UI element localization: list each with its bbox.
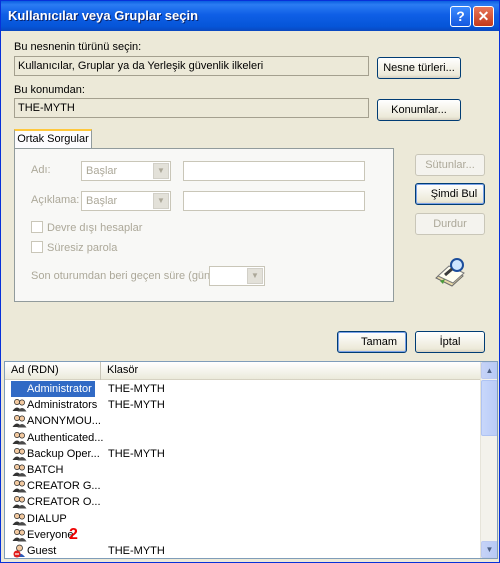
non-expiring-password-checkbox[interactable]: Süresiz parola bbox=[31, 241, 117, 254]
row-folder: THE-MYTH bbox=[108, 545, 165, 557]
days-since-login-select[interactable]: ▼ bbox=[209, 266, 265, 286]
description-input[interactable] bbox=[183, 191, 365, 211]
search-animation-icon bbox=[433, 256, 467, 290]
search-results-list[interactable]: Ad (RDN) Klasör Administrator THE-MYTH Adm… bbox=[4, 361, 498, 559]
scrollbar-thumb[interactable] bbox=[481, 380, 497, 436]
row-name: Backup Oper... bbox=[27, 447, 100, 460]
object-types-button[interactable]: Nesne türleri... bbox=[377, 57, 461, 79]
stop-button[interactable]: Durdur bbox=[415, 213, 485, 235]
row-name: BATCH bbox=[27, 464, 64, 476]
name-mode-select[interactable]: Başlar ▼ bbox=[81, 161, 171, 181]
scroll-down-icon[interactable]: ▼ bbox=[481, 541, 497, 558]
row-folder: THE-MYTH bbox=[108, 447, 165, 460]
description-mode-select[interactable]: Başlar ▼ bbox=[81, 191, 171, 211]
table-row[interactable]: BATCH bbox=[5, 462, 481, 478]
row-name: Administrators bbox=[27, 399, 98, 412]
chevron-down-icon: ▼ bbox=[153, 193, 169, 209]
row-name: DIALUP bbox=[27, 512, 67, 525]
description-label: Açıklama: bbox=[31, 194, 80, 206]
title-bar[interactable]: Kullanıcılar veya Gruplar seçin ? ✕ bbox=[1, 1, 499, 31]
table-row[interactable]: CREATOR O... bbox=[5, 494, 481, 510]
annotation-2: 2 bbox=[69, 526, 78, 543]
row-name: Authenticated... bbox=[27, 431, 104, 444]
name-mode-value: Başlar bbox=[86, 165, 118, 177]
row-name: ANONYMOU... bbox=[27, 415, 101, 428]
tab-common-queries[interactable]: Ortak Sorgular bbox=[14, 129, 92, 149]
checkbox-box bbox=[31, 241, 43, 253]
select-users-groups-dialog: Kullanıcılar veya Gruplar seçin ? ✕ Bu n… bbox=[0, 0, 500, 563]
disabled-accounts-checkbox[interactable]: Devre dışı hesaplar bbox=[31, 221, 142, 234]
table-row[interactable]: Administrator THE-MYTH bbox=[5, 381, 481, 397]
name-label: Adı: bbox=[31, 164, 51, 176]
window-title: Kullanıcılar veya Gruplar seçin bbox=[8, 8, 199, 23]
table-row[interactable]: Administrators THE-MYTH bbox=[5, 397, 481, 413]
ok-button[interactable]: Tamam bbox=[337, 331, 407, 353]
vertical-scrollbar[interactable]: ▲ ▼ bbox=[480, 362, 497, 558]
locations-button[interactable]: Konumlar... bbox=[377, 99, 461, 121]
description-mode-value: Başlar bbox=[86, 195, 118, 207]
table-row[interactable]: Authenticated... bbox=[5, 430, 481, 446]
close-button[interactable]: ✕ bbox=[473, 6, 494, 27]
name-input[interactable] bbox=[183, 161, 365, 181]
row-name: CREATOR G... bbox=[27, 480, 101, 493]
row-name: CREATOR O... bbox=[27, 496, 101, 509]
column-header-name[interactable]: Ad (RDN) bbox=[5, 362, 101, 380]
table-row[interactable]: ANONYMOU... bbox=[5, 413, 481, 429]
row-name: Everyone bbox=[27, 528, 74, 541]
disabled-accounts-label: Devre dışı hesaplar bbox=[47, 222, 143, 234]
chevron-down-icon: ▼ bbox=[153, 163, 169, 179]
table-row[interactable]: DIALUP bbox=[5, 511, 481, 527]
table-row[interactable]: CREATOR G... bbox=[5, 478, 481, 494]
row-folder: THE-MYTH bbox=[108, 399, 165, 412]
table-row[interactable]: Guest THE-MYTH bbox=[5, 543, 481, 558]
help-button[interactable]: ? bbox=[450, 6, 471, 27]
location-label: Bu konumdan: bbox=[14, 84, 85, 96]
row-name: Guest bbox=[27, 545, 57, 557]
scroll-up-icon[interactable]: ▲ bbox=[481, 362, 497, 379]
find-now-button[interactable]: Şimdi Bul bbox=[415, 183, 485, 205]
checkbox-box bbox=[31, 221, 43, 233]
days-since-login-label: Son oturumdan beri geçen süre (gün): bbox=[31, 270, 217, 282]
object-type-field: Kullanıcılar, Gruplar ya da Yerleşik güv… bbox=[14, 56, 369, 76]
object-type-label: Bu nesnenin türünü seçin: bbox=[14, 41, 142, 53]
chevron-down-icon: ▼ bbox=[247, 268, 263, 284]
row-folder: THE-MYTH bbox=[108, 383, 165, 395]
columns-button[interactable]: Sütunlar... bbox=[415, 154, 485, 176]
non-expiring-password-label: Süresiz parola bbox=[47, 242, 118, 254]
column-header-folder[interactable]: Klasör bbox=[101, 362, 481, 380]
row-name: Administrator bbox=[11, 381, 95, 397]
location-field: THE-MYTH bbox=[14, 98, 369, 118]
table-row[interactable]: Backup Oper... THE-MYTH bbox=[5, 446, 481, 462]
common-queries-panel: Adı: Başlar ▼ Açıklama: Başlar ▼ Devre d… bbox=[14, 148, 394, 302]
cancel-button[interactable]: İptal bbox=[415, 331, 485, 353]
list-header: Ad (RDN) Klasör bbox=[5, 362, 481, 380]
